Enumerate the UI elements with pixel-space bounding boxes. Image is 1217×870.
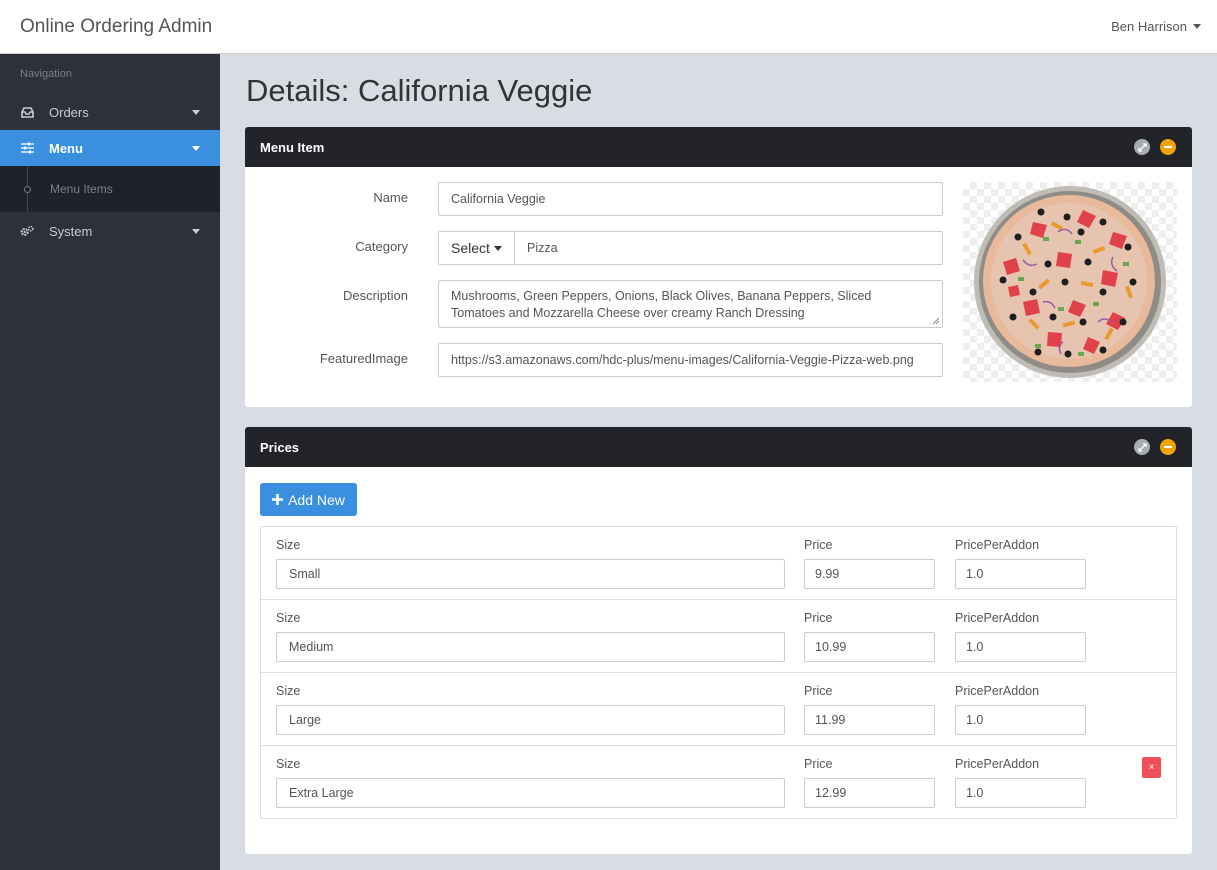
description-textarea[interactable]: Mushrooms, Green Peppers, Onions, Black … bbox=[438, 280, 943, 328]
menu-item-panel: Menu Item Name California Veggie Categor… bbox=[245, 127, 1192, 407]
price-per-addon-label: PricePerAddon bbox=[955, 684, 1040, 698]
price-row: Size Small Price 9.99 PricePerAddon 1.0 bbox=[261, 527, 1176, 600]
panel-title: Prices bbox=[260, 439, 300, 455]
nav-heading: Navigation bbox=[20, 68, 72, 80]
circle-icon bbox=[24, 186, 31, 193]
chevron-down-icon bbox=[192, 110, 200, 115]
expand-icon[interactable] bbox=[1134, 439, 1150, 455]
size-input[interactable]: Large bbox=[276, 705, 785, 735]
price-input[interactable]: 11.99 bbox=[804, 705, 935, 735]
price-per-addon-input[interactable]: 1.0 bbox=[955, 632, 1086, 662]
category-label: Category bbox=[355, 239, 408, 254]
panel-header: Menu Item bbox=[245, 127, 1192, 167]
price-per-addon-label: PricePerAddon bbox=[955, 757, 1040, 771]
size-input[interactable]: Extra Large bbox=[276, 778, 785, 808]
top-bar: Online Ordering Admin Ben Harrison bbox=[0, 0, 1217, 54]
price-row: Size Extra Large Price 12.99 PricePerAdd… bbox=[261, 746, 1176, 819]
price-label: Price bbox=[804, 538, 833, 552]
chevron-down-icon bbox=[493, 245, 502, 251]
category-input[interactable]: Pizza bbox=[514, 231, 943, 265]
size-input[interactable]: Small bbox=[276, 559, 785, 589]
add-new-button[interactable]: Add New bbox=[260, 483, 357, 516]
panel-header: Prices bbox=[245, 427, 1192, 467]
sub-menu: Menu Items bbox=[0, 166, 220, 212]
price-per-addon-label: PricePerAddon bbox=[955, 538, 1040, 552]
size-label: Size bbox=[276, 611, 301, 625]
chevron-down-icon bbox=[192, 229, 200, 234]
select-label: Select bbox=[451, 240, 490, 256]
expand-icon[interactable] bbox=[1134, 139, 1150, 155]
panel-title: Menu Item bbox=[260, 139, 325, 155]
sidebar-item-label: Menu bbox=[49, 140, 83, 156]
sidebar-item-label: System bbox=[49, 223, 93, 239]
category-select-button[interactable]: Select bbox=[438, 231, 515, 265]
page-title: Details: California Veggie bbox=[246, 73, 593, 108]
price-per-addon-label: PricePerAddon bbox=[955, 611, 1040, 625]
description-label: Description bbox=[342, 288, 408, 303]
price-row: Size Large Price 11.99 PricePerAddon 1.0 bbox=[261, 673, 1176, 746]
gears-icon bbox=[20, 224, 34, 238]
size-input[interactable]: Medium bbox=[276, 632, 785, 662]
sidebar-item-menu[interactable]: Menu bbox=[0, 130, 220, 166]
chevron-down-icon bbox=[192, 146, 200, 151]
collapse-icon[interactable] bbox=[1160, 439, 1176, 455]
description-text: Mushrooms, Green Peppers, Onions, Black … bbox=[451, 289, 872, 320]
sidebar-item-label: Orders bbox=[49, 104, 89, 120]
price-per-addon-input[interactable]: 1.0 bbox=[955, 705, 1086, 735]
featured-image-input[interactable]: https://s3.amazonaws.com/hdc-plus/menu-i… bbox=[438, 343, 943, 377]
add-new-label: Add New bbox=[288, 491, 345, 508]
user-name: Ben Harrison bbox=[1111, 19, 1187, 34]
price-label: Price bbox=[804, 757, 833, 771]
user-menu[interactable]: Ben Harrison bbox=[1111, 19, 1201, 34]
price-rows: Size Small Price 9.99 PricePerAddon 1.0 … bbox=[260, 526, 1177, 819]
resize-handle-icon[interactable] bbox=[932, 317, 940, 325]
price-label: Price bbox=[804, 684, 833, 698]
name-label: Name bbox=[373, 190, 408, 205]
sidebar: Navigation Orders Menu Menu Items System bbox=[0, 54, 220, 870]
collapse-icon[interactable] bbox=[1160, 139, 1176, 155]
chevron-down-icon bbox=[1193, 24, 1201, 29]
remove-row-button[interactable]: × bbox=[1142, 757, 1161, 778]
sliders-icon bbox=[20, 141, 34, 155]
price-per-addon-input[interactable]: 1.0 bbox=[955, 778, 1086, 808]
sidebar-subitem-menu-items[interactable]: Menu Items bbox=[50, 182, 113, 196]
app-title[interactable]: Online Ordering Admin bbox=[20, 16, 212, 38]
inbox-icon bbox=[20, 105, 34, 119]
price-label: Price bbox=[804, 611, 833, 625]
price-row: Size Medium Price 10.99 PricePerAddon 1.… bbox=[261, 600, 1176, 673]
size-label: Size bbox=[276, 684, 301, 698]
prices-panel: Prices Add New Size Small Price 9.99 Pri… bbox=[245, 427, 1192, 854]
size-label: Size bbox=[276, 538, 301, 552]
name-input[interactable]: California Veggie bbox=[438, 182, 943, 216]
price-per-addon-input[interactable]: 1.0 bbox=[955, 559, 1086, 589]
sidebar-item-orders[interactable]: Orders bbox=[0, 94, 220, 130]
price-input[interactable]: 9.99 bbox=[804, 559, 935, 589]
featured-image-label: FeaturedImage bbox=[319, 351, 408, 366]
price-input[interactable]: 10.99 bbox=[804, 632, 935, 662]
plus-icon bbox=[272, 494, 284, 505]
price-input[interactable]: 12.99 bbox=[804, 778, 935, 808]
size-label: Size bbox=[276, 757, 301, 771]
pizza-image bbox=[963, 182, 1177, 382]
sidebar-item-system[interactable]: System bbox=[0, 213, 220, 249]
